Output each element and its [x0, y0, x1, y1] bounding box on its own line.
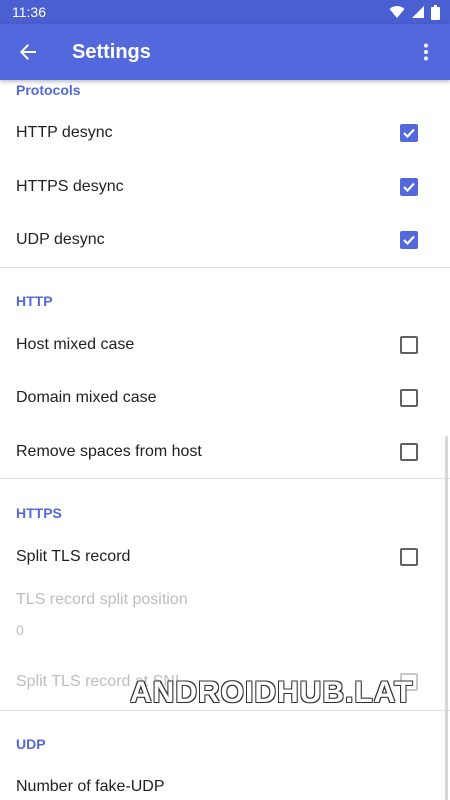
- pref-label: Number of fake-UDP: [16, 778, 165, 795]
- scrollbar[interactable]: [445, 436, 448, 800]
- checkbox-host-mixed-case[interactable]: [400, 336, 418, 354]
- pref-label: Remove spaces from host: [16, 443, 202, 460]
- checkbox-https-desync[interactable]: [400, 178, 418, 196]
- pref-tls-record-split-position[interactable]: TLS record split position: [0, 583, 450, 637]
- watermark: ANDROIDHUB.LAT: [130, 676, 414, 709]
- pref-host-mixed-case[interactable]: Host mixed case: [0, 318, 450, 372]
- status-time: 11:36: [12, 4, 46, 20]
- divider: [0, 478, 450, 479]
- status-bar: 11:36: [0, 0, 450, 24]
- status-icons: [389, 4, 440, 20]
- app-bar: Settings: [0, 24, 450, 80]
- category-protocols: Protocols: [16, 82, 81, 98]
- divider: [0, 710, 450, 711]
- pref-http-desync[interactable]: HTTP desync: [0, 106, 450, 160]
- wifi-icon: [389, 6, 405, 19]
- pref-label: HTTPS desync: [16, 178, 124, 195]
- pref-split-tls-record[interactable]: Split TLS record: [0, 530, 450, 584]
- arrow-back-icon: [20, 44, 36, 60]
- category-https: HTTPS: [16, 505, 62, 521]
- check-icon: [403, 182, 415, 193]
- pref-https-desync[interactable]: HTTPS desync: [0, 160, 450, 214]
- check-icon: [403, 128, 415, 139]
- check-icon: [403, 235, 415, 246]
- pref-label: TLS record split position: [16, 591, 188, 608]
- category-http: HTTP: [16, 293, 53, 309]
- pref-summary: 0: [16, 622, 24, 638]
- divider: [0, 267, 450, 268]
- pref-label: Host mixed case: [16, 336, 135, 353]
- checkbox-remove-spaces[interactable]: [400, 443, 418, 461]
- overflow-menu-button[interactable]: [406, 24, 446, 80]
- battery-icon: [431, 4, 440, 20]
- checkbox-http-desync[interactable]: [400, 124, 418, 142]
- pref-domain-mixed-case[interactable]: Domain mixed case: [0, 371, 450, 425]
- back-button[interactable]: [0, 24, 56, 80]
- pref-label: Domain mixed case: [16, 389, 157, 406]
- pref-label: HTTP desync: [16, 124, 113, 141]
- checkbox-split-tls-record[interactable]: [400, 548, 418, 566]
- checkbox-domain-mixed-case[interactable]: [400, 389, 418, 407]
- pref-number-of-fake-udp[interactable]: Number of fake-UDP: [0, 760, 450, 800]
- more-vert-icon: [424, 43, 428, 61]
- signal-icon: [412, 6, 424, 18]
- pref-udp-desync[interactable]: UDP desync: [0, 213, 450, 267]
- pref-label: UDP desync: [16, 231, 105, 248]
- pref-remove-spaces-from-host[interactable]: Remove spaces from host: [0, 425, 450, 479]
- page-title: Settings: [72, 40, 151, 63]
- checkbox-udp-desync[interactable]: [400, 231, 418, 249]
- pref-label: Split TLS record: [16, 548, 131, 565]
- category-udp: UDP: [16, 736, 46, 752]
